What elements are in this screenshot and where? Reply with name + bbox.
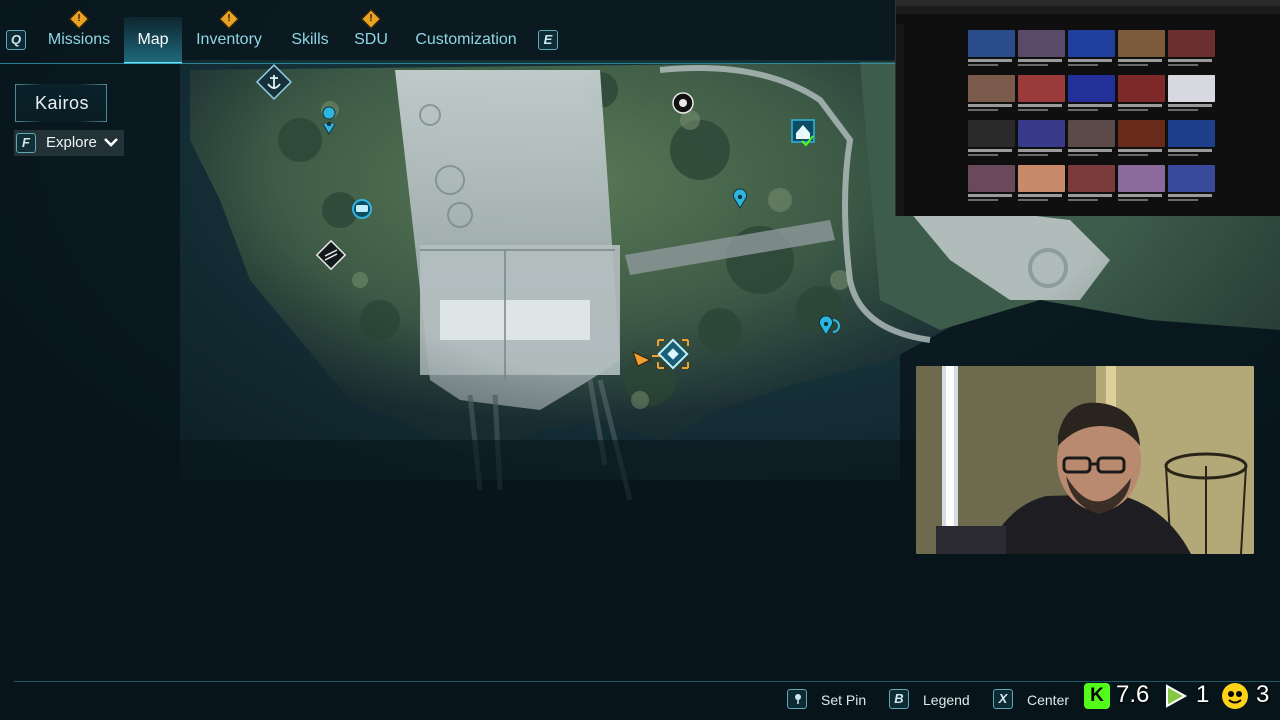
chevron-down-icon — [104, 138, 118, 147]
video-tile — [1168, 75, 1215, 117]
tab-sdu[interactable]: SDU — [350, 25, 392, 63]
tab-missions[interactable]: Missions — [40, 25, 118, 63]
video-tile — [968, 75, 1015, 117]
center-hint[interactable]: X Center — [993, 688, 1083, 712]
tab-inventory[interactable]: Inventory — [188, 25, 270, 63]
anchor-icon[interactable] — [255, 63, 293, 101]
video-tile — [1068, 30, 1115, 72]
tab-skills[interactable]: Skills — [284, 25, 336, 63]
beacon-icon[interactable] — [315, 239, 347, 271]
map-pin-icon[interactable] — [322, 106, 336, 135]
prev-tab-key[interactable]: Q — [6, 30, 26, 50]
legend-key: B — [889, 689, 909, 709]
video-tile — [1118, 75, 1165, 117]
center-key: X — [993, 689, 1013, 709]
video-tile — [1068, 120, 1115, 162]
video-tile — [1068, 165, 1115, 207]
set-pin-label: Set Pin — [821, 692, 867, 708]
center-label: Center — [1027, 692, 1070, 708]
tab-customization[interactable]: Customization — [406, 25, 526, 63]
video-tile — [968, 120, 1015, 162]
browser-sidebar — [896, 24, 904, 216]
video-tile — [1068, 75, 1115, 117]
kick-viewer-count: 7.6 — [1116, 681, 1150, 708]
explore-label: Explore — [46, 134, 97, 151]
legend-label: Legend — [923, 692, 970, 708]
map-pin-icon[interactable] — [819, 315, 840, 336]
legend-hint[interactable]: B Legend — [889, 688, 979, 712]
platform-face-icon — [1222, 683, 1248, 709]
set-pin-hint[interactable]: Set Pin — [787, 688, 877, 712]
video-tile — [1118, 30, 1165, 72]
webcam-feed — [916, 366, 1254, 554]
explore-dropdown[interactable]: F Explore — [14, 130, 124, 156]
map-pin-icon[interactable] — [733, 188, 747, 209]
kick-logo-icon: K — [1084, 683, 1110, 709]
vehicle-icon[interactable] — [352, 199, 372, 219]
top-nav: Q ! Missions Map ! Inventory Skills ! SD… — [0, 0, 900, 64]
video-tile — [968, 30, 1015, 72]
video-tile — [1168, 165, 1215, 207]
region-name: Kairos — [34, 93, 90, 113]
video-tile — [968, 165, 1015, 207]
rumble-logo-icon — [1166, 684, 1188, 708]
region-title-box: Kairos — [15, 84, 107, 122]
next-tab-key[interactable]: E — [538, 30, 558, 50]
video-tile — [1118, 120, 1165, 162]
video-tile — [1168, 120, 1215, 162]
camera-drone-icon[interactable] — [672, 92, 694, 114]
nav-divider — [0, 63, 895, 64]
tab-map[interactable]: Map — [124, 17, 182, 64]
stream-stats: K 7.6 1 3 — [1082, 680, 1280, 720]
webcam-image — [916, 366, 1254, 554]
rumble-viewer-count: 1 — [1196, 681, 1210, 708]
browser-capture-overlay — [895, 0, 1280, 216]
video-tile — [1018, 120, 1065, 162]
browser-address-bar — [896, 6, 1280, 14]
video-tile — [1018, 165, 1065, 207]
video-tile — [1018, 75, 1065, 117]
alert-glyph: ! — [77, 13, 81, 24]
video-tile — [1118, 165, 1165, 207]
right-stick-icon — [787, 689, 807, 709]
explore-key: F — [16, 133, 36, 153]
video-tile — [1018, 30, 1065, 72]
house-icon[interactable] — [791, 119, 815, 147]
objective-diamond-icon[interactable] — [657, 338, 689, 370]
alert-glyph: ! — [227, 13, 231, 24]
video-tile — [1168, 30, 1215, 72]
alert-glyph: ! — [369, 13, 373, 24]
other-viewer-count: 3 — [1256, 681, 1270, 708]
